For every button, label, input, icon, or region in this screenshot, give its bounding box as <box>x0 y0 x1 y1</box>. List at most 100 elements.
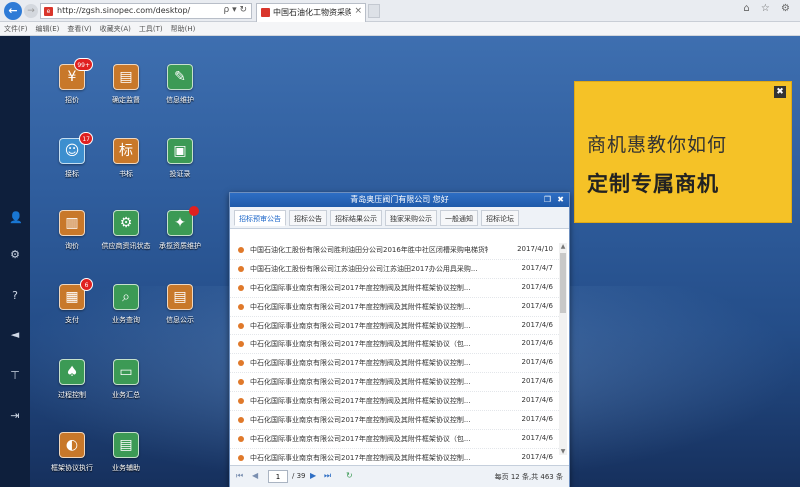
desktop-icon[interactable]: ♠ 过程控制 <box>42 359 102 400</box>
notice-title-link[interactable]: 中石化国际事业南京有限公司2017年度控制阀及其附件框架协议控制... <box>250 302 488 312</box>
desktop-icon[interactable]: ✦ 承揽资质维护 <box>150 206 210 251</box>
notice-title-link[interactable]: 中石化国际事业南京有限公司2017年度控制阀及其附件框架协议控制... <box>250 321 488 331</box>
notice-title-link[interactable]: 中石化国际事业南京有限公司2017年度控制阀及其附件框架协议控制... <box>250 453 488 463</box>
notice-title-link[interactable]: 中石化国际事业南京有限公司2017年度控制阀及其附件框架协议控制... <box>250 396 488 406</box>
desktop-icon[interactable]: ▣ 投证录 <box>150 138 210 179</box>
list-item[interactable]: 中国石油化工股份有限公司江苏油田分公司江苏油田2017办公用具采购... 2017… <box>230 260 559 279</box>
desktop-icon[interactable]: ⌕ 业务查询 <box>96 284 156 325</box>
list-item[interactable]: 中石化国际事业南京有限公司2017年度控制阀及其附件框架协议控制... 2017/… <box>230 411 559 430</box>
help-icon[interactable]: ? <box>9 290 21 302</box>
app-tile-icon[interactable]: ¥99+ <box>59 58 93 90</box>
pager: ⏮ ◀ / 39 ▶ ⏭ ↻ 每页 12 条,共 463 条 <box>230 465 569 487</box>
app-tile-icon[interactable]: ✎ <box>167 64 193 90</box>
new-tab-button[interactable] <box>368 4 380 18</box>
tile-glyph: ⚙ <box>119 215 133 231</box>
notice-tab[interactable]: 招标论坛 <box>481 210 519 226</box>
address-url[interactable]: http://zgsh.sinopec.com/desktop/ <box>57 6 190 15</box>
notice-title-link[interactable]: 中石化国际事业南京有限公司2017年度控制阀及其附件框架协议控制... <box>250 358 488 368</box>
notice-tab[interactable]: 一般通知 <box>440 210 478 226</box>
desktop-icon[interactable]: ✎ 信息维护 <box>150 64 210 105</box>
prev-page-icon[interactable]: ◀ <box>252 471 258 480</box>
desktop-icon[interactable]: ▦ 6 支付 <box>42 278 102 325</box>
notice-title-link[interactable]: 中石化国际事业南京有限公司2017年度控制阀及其附件框架协议控制... <box>250 415 488 425</box>
tab-close-icon[interactable]: × <box>354 6 362 16</box>
app-tile-icon[interactable]: 标 <box>113 138 139 164</box>
list-item[interactable]: 中石化国际事业南京有限公司2017年度控制阀及其附件框架协议控制... 2017/… <box>230 392 559 412</box>
last-page-icon[interactable]: ⏭ <box>324 471 331 481</box>
tile-glyph: ▥ <box>65 215 79 231</box>
desktop-icon[interactable]: 标书标 <box>96 138 156 179</box>
desktop-icon[interactable]: ▭ 业务汇总 <box>96 359 156 400</box>
list-item[interactable]: 中石化国际事业南京有限公司2017年度控制阀及其附件框架协议控制... 2017/… <box>230 298 559 317</box>
app-tile-icon[interactable]: ▣ <box>167 138 193 164</box>
desktop-icon[interactable]: ▤ 信息公示 <box>150 284 210 325</box>
app-tile-icon[interactable]: ♠ <box>59 359 85 385</box>
browser-tab[interactable]: 中国石油化工物资采购电子... × <box>256 3 366 22</box>
user-icon[interactable]: 👤 <box>9 212 23 224</box>
page-input[interactable] <box>268 470 288 483</box>
browser-toolbar-icons[interactable]: ⌂ ☆ ⚙ <box>743 3 794 14</box>
list-item[interactable]: 中国石油化工股份有限公司胜利油田分公司2016年胜中社区闭槽采购电梯货物招标公告… <box>230 241 559 260</box>
menu-item[interactable]: 编辑(E) <box>32 22 64 34</box>
list-item[interactable]: 中石化国际事业南京有限公司2017年度控制阀及其附件框架协议控制... 2017/… <box>230 279 559 298</box>
notice-tab[interactable]: 招标公告 <box>289 210 327 226</box>
scroll-up-icon[interactable]: ▲ <box>559 243 567 250</box>
app-tile-icon[interactable]: ▤ <box>167 284 193 310</box>
bullet-icon <box>238 379 244 386</box>
restore-icon[interactable]: ❐ <box>544 194 551 206</box>
notice-tab[interactable]: 招标结果公示 <box>330 210 382 226</box>
list-item[interactable]: 中石化国际事业南京有限公司2017年度控制阀及其附件框架协议控制... 2017/… <box>230 354 559 374</box>
ad-close-icon[interactable]: ✖ <box>774 86 786 98</box>
app-tile-icon[interactable]: ▦ 6 <box>59 278 93 310</box>
volume-icon[interactable]: ◄ <box>9 329 21 341</box>
notice-scrollbar[interactable]: ▲ ▼ <box>559 243 567 455</box>
app-tile-icon[interactable]: ⚙ <box>113 210 139 236</box>
notice-tab[interactable]: 独家采购公示 <box>385 210 437 226</box>
menu-item[interactable]: 工具(T) <box>135 22 167 34</box>
app-tile-icon[interactable]: ☺ 17 <box>59 132 93 164</box>
app-tile-icon[interactable]: ▥ <box>59 210 85 236</box>
first-page-icon[interactable]: ⏮ <box>236 471 243 481</box>
exit-icon[interactable]: ⇥ <box>9 410 21 422</box>
list-item[interactable]: 中石化国际事业南京有限公司2017年度控制阀及其附件框架协议（包... 2017/… <box>230 335 559 355</box>
list-item[interactable]: 中石化国际事业南京有限公司2017年度控制阀及其附件框架协议控制... 2017/… <box>230 373 559 393</box>
gear-icon[interactable]: ⚙ <box>9 249 21 261</box>
address-controls[interactable]: ρ ▾ ↻ <box>224 5 248 15</box>
scroll-down-icon[interactable]: ▼ <box>559 448 567 455</box>
close-icon[interactable]: ✖ <box>557 194 564 206</box>
notice-title-link[interactable]: 中石化国际事业南京有限公司2017年度控制阀及其附件框架协议控制... <box>250 283 488 293</box>
app-tile-icon[interactable]: ▤ <box>113 432 139 458</box>
back-button[interactable]: ← <box>4 2 22 20</box>
desktop-icon[interactable]: ☺ 17 接标 <box>42 132 102 179</box>
app-tile-icon[interactable]: ▤ <box>113 64 139 90</box>
desktop-icon[interactable]: ¥99+ 招价 <box>42 58 102 105</box>
notice-tab[interactable]: 招标预审公告 <box>234 210 286 226</box>
ad-banner[interactable]: ✖ 商机惠教你如何 定制专属商机 <box>574 81 792 223</box>
app-tile-icon[interactable]: ▭ <box>113 359 139 385</box>
scroll-thumb[interactable] <box>560 253 566 313</box>
address-bar[interactable]: e http://zgsh.sinopec.com/desktop/ ρ ▾ ↻ <box>40 3 252 19</box>
forward-button[interactable]: → <box>24 4 38 18</box>
desktop-icon[interactable]: ▥ 询价 <box>42 210 102 251</box>
app-tile-icon[interactable]: ⌕ <box>113 284 139 310</box>
refresh-icon[interactable]: ↻ <box>346 471 353 480</box>
list-item[interactable]: 中石化国际事业南京有限公司2017年度控制阀及其附件框架协议（包... 2017/… <box>230 430 559 449</box>
desktop-icon[interactable]: ▤ 业务辅助 <box>96 432 156 473</box>
pin-icon[interactable]: ⊤ <box>9 370 21 382</box>
desktop-icon[interactable]: ⚙ 供应商资讯状态 <box>96 210 156 251</box>
menu-item[interactable]: 查看(V) <box>63 22 95 34</box>
notice-title-link[interactable]: 中国石油化工股份有限公司江苏油田分公司江苏油田2017办公用具采购... <box>250 264 488 274</box>
app-tile-icon[interactable]: ◐ <box>59 432 85 458</box>
menu-item[interactable]: 文件(F) <box>0 22 32 34</box>
notice-title-link[interactable]: 中石化国际事业南京有限公司2017年度控制阀及其附件框架协议控制... <box>250 377 488 387</box>
menu-item[interactable]: 帮助(H) <box>167 22 200 34</box>
desktop-icon[interactable]: ◐ 框架协议执行 <box>42 432 102 473</box>
next-page-icon[interactable]: ▶ <box>310 471 316 480</box>
list-item[interactable]: 中石化国际事业南京有限公司2017年度控制阀及其附件框架协议控制... 2017/… <box>230 317 559 336</box>
notice-title-link[interactable]: 中国石油化工股份有限公司胜利油田分公司2016年胜中社区闭槽采购电梯货物招标公告 <box>250 245 488 255</box>
notice-title-link[interactable]: 中石化国际事业南京有限公司2017年度控制阀及其附件框架协议（包... <box>250 434 488 444</box>
menu-item[interactable]: 收藏夹(A) <box>96 22 135 34</box>
desktop-icon[interactable]: ▤ 确定监督 <box>96 64 156 105</box>
notice-title-link[interactable]: 中石化国际事业南京有限公司2017年度控制阀及其附件框架协议（包... <box>250 339 488 349</box>
app-tile-icon[interactable]: ✦ <box>167 206 199 236</box>
